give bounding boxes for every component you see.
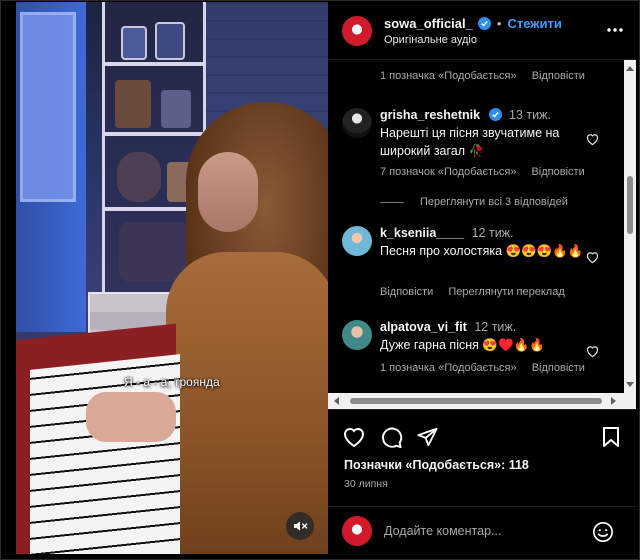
comment-text: Песня про холостяка 😍😍😍🔥🔥	[380, 244, 584, 258]
like-comment-heart-icon[interactable]	[585, 344, 600, 363]
mute-button[interactable]	[286, 512, 314, 540]
more-options-icon[interactable]	[606, 20, 624, 38]
current-user-avatar	[342, 516, 372, 546]
follow-button[interactable]: Стежити	[507, 16, 561, 31]
commenter-avatar[interactable]	[342, 226, 372, 256]
comment-meta-row: Відповісти Переглянути переклад	[380, 286, 577, 298]
author-avatar[interactable]	[342, 15, 372, 46]
view-replies-button[interactable]: Переглянути всі 3 відповідей	[380, 196, 568, 208]
vertical-scroll-thumb[interactable]	[627, 176, 633, 234]
like-comment-heart-icon[interactable]	[585, 250, 600, 269]
post-date[interactable]: 30 липня	[344, 478, 388, 490]
vertical-scrollbar[interactable]	[624, 60, 636, 393]
comment-time[interactable]: 12 тиж.	[472, 226, 514, 240]
reply-button[interactable]: Відповісти	[380, 286, 433, 298]
comment-bubble-icon[interactable]	[380, 426, 403, 454]
view-replies-label: Переглянути всі 3 відповідей	[420, 196, 568, 208]
commenter-avatar[interactable]	[342, 320, 372, 350]
scroll-left-arrow-icon[interactable]	[334, 397, 339, 405]
action-icons-row	[342, 426, 622, 452]
horizontal-scrollbar[interactable]	[328, 393, 636, 409]
comment-time[interactable]: 13 тиж.	[509, 108, 551, 122]
video-subtitle: Я - а - а, троянда	[124, 375, 220, 389]
add-comment-input[interactable]: Додайте коментар...	[384, 524, 604, 538]
like-heart-icon[interactable]	[342, 426, 366, 453]
video-scene-person-body	[166, 252, 328, 554]
comment-composer: Додайте коментар...	[328, 506, 636, 555]
scroll-right-arrow-icon[interactable]	[611, 397, 616, 405]
reply-button[interactable]: Відповісти	[531, 166, 584, 178]
video-player[interactable]: Я - а - а, троянда	[16, 2, 328, 554]
reply-button[interactable]: Відповісти	[532, 362, 585, 374]
verified-badge-icon	[477, 16, 491, 30]
post-panel: sowa_official_ • Стежити Оригінальне ауд…	[328, 2, 636, 554]
video-scene-hands	[86, 392, 176, 442]
comment-likes-count[interactable]: 1 позначка «Подобається»	[380, 362, 517, 374]
verified-badge-icon	[488, 108, 502, 121]
header-separator: •	[496, 15, 502, 31]
comment-likes-count[interactable]: 1 позначка «Подобається»	[380, 70, 517, 82]
comment-meta-row: 1 позначка «Подобається» Відповісти	[380, 362, 597, 374]
author-username[interactable]: sowa_official_	[384, 16, 473, 31]
post-header: sowa_official_ • Стежити Оригінальне ауд…	[328, 2, 636, 60]
comment-meta-row: 1 позначка «Подобається» Відповісти	[380, 70, 597, 82]
post-actions: Позначки «Подобається»: 118 30 липня Дод…	[328, 409, 636, 554]
commenter-username[interactable]: k_kseniia____	[380, 226, 464, 240]
muted-speaker-icon	[294, 521, 308, 531]
commenter-avatar[interactable]	[342, 108, 372, 138]
reply-button[interactable]: Відповісти	[532, 70, 585, 82]
scroll-up-arrow-icon[interactable]	[626, 66, 634, 71]
horizontal-scroll-thumb[interactable]	[350, 398, 602, 404]
comment-text: Нарешті ця пісня звучатиме на широкий за…	[380, 126, 560, 158]
save-bookmark-icon[interactable]	[602, 426, 620, 453]
replies-divider	[380, 201, 404, 203]
comment-item: grisha_reshetnik 13 тиж. Нарешті ця пісн…	[342, 106, 624, 160]
comments-list[interactable]: 1 позначка «Подобається» Відповісти gris…	[328, 60, 624, 393]
comment-time[interactable]: 12 тиж.	[474, 320, 516, 334]
comment-item: alpatova_vi_fit 12 тиж. Дуже гарна пісня…	[342, 318, 624, 358]
comment-likes-count[interactable]: 7 позначок «Подобається»	[380, 166, 516, 178]
video-scene-window	[20, 12, 76, 202]
comment-item: k_kseniia____ 12 тиж. Песня про холостяк…	[342, 224, 624, 264]
comment-text: Дуже гарна пісня 😍♥️🔥🔥	[380, 338, 545, 352]
video-scene-person-face	[198, 152, 258, 232]
emoji-picker-icon[interactable]	[592, 521, 614, 548]
comment-meta-row: 7 позначок «Подобається» Відповісти	[380, 166, 597, 178]
commenter-username[interactable]: grisha_reshetnik	[380, 108, 480, 122]
commenter-username[interactable]: alpatova_vi_fit	[380, 320, 467, 334]
audio-label[interactable]: Оригінальне аудіо	[384, 34, 562, 46]
like-comment-heart-icon[interactable]	[585, 132, 600, 151]
post-likes-count[interactable]: Позначки «Подобається»: 118	[344, 458, 529, 472]
scroll-down-arrow-icon[interactable]	[626, 382, 634, 387]
translate-button[interactable]: Переглянути переклад	[448, 286, 564, 298]
share-send-icon[interactable]	[416, 426, 439, 453]
